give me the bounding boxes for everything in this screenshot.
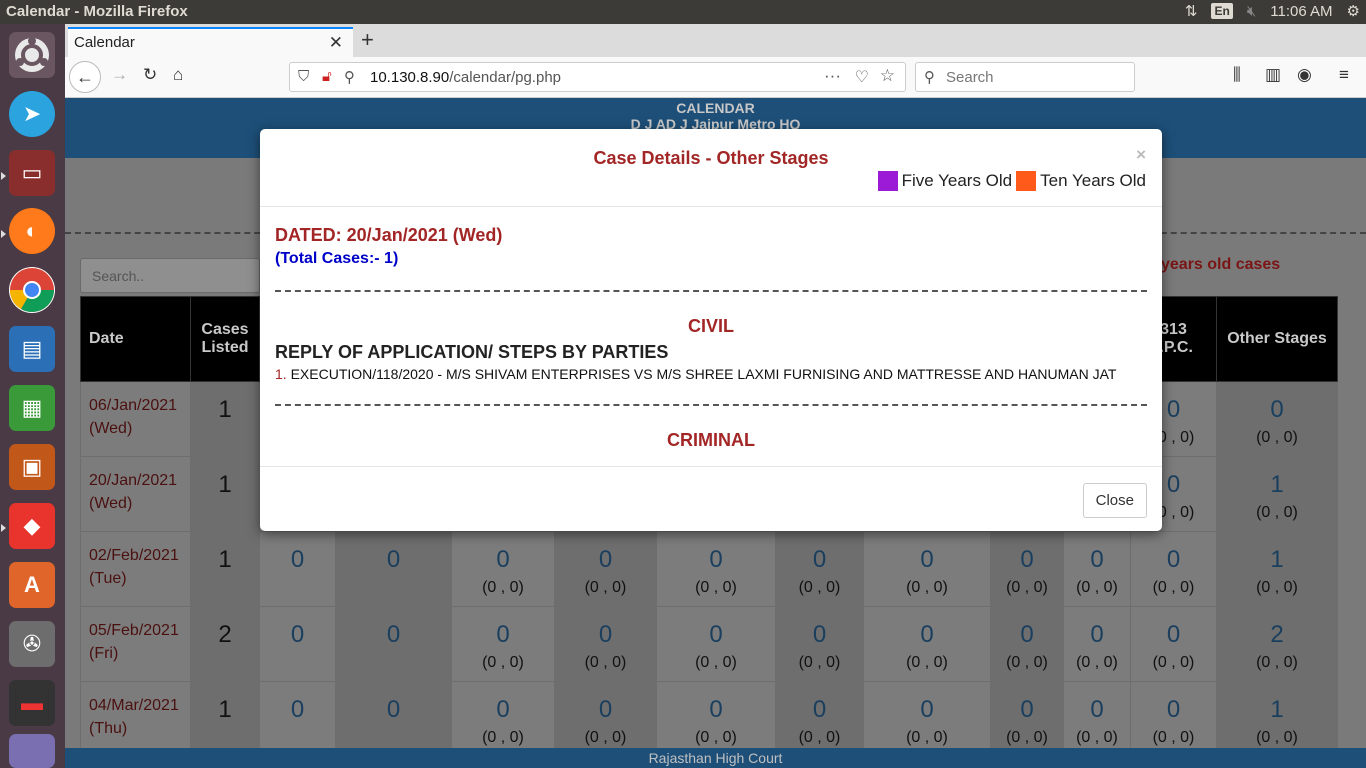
stage-heading: REPLY OF APPLICATION/ STEPS BY PARTIES [275, 342, 669, 362]
telegram-icon[interactable]: ➤ [9, 91, 55, 137]
sidebar-icon[interactable]: ▥ [1265, 65, 1281, 85]
total-cases: (Total Cases:- 1) [275, 250, 399, 267]
software-center-icon[interactable]: A [9, 562, 55, 608]
chrome-icon[interactable] [9, 267, 55, 313]
new-tab-icon[interactable]: + [361, 27, 374, 53]
home-icon[interactable]: ⌂ [173, 65, 183, 85]
criminal-heading: CRIMINAL [667, 430, 755, 450]
terminal-icon[interactable]: ▬ [9, 680, 55, 726]
permissions-icon[interactable]: ⚲ [344, 68, 355, 86]
impress-icon[interactable]: ▣ [9, 444, 55, 490]
back-icon[interactable]: ← [69, 61, 101, 93]
modal-header: Case Details - Other Stages × Five Years… [260, 129, 1162, 207]
section-divider [275, 404, 1147, 406]
civil-heading: CIVIL [687, 316, 734, 336]
section-divider [275, 290, 1147, 292]
case-list-item: 1. EXECUTION/118/2020 - M/S SHIVAM ENTER… [275, 366, 1116, 382]
file-manager-icon[interactable]: ▭ [9, 150, 55, 196]
menu-icon[interactable]: ≡ [1339, 65, 1349, 85]
age-legend: Five Years Old Ten Years Old [877, 171, 1146, 191]
tab-title: Calendar [74, 34, 135, 51]
close-tab-icon[interactable]: ✕ [329, 33, 343, 53]
case-text: EXECUTION/118/2020 - M/S SHIVAM ENTERPRI… [290, 366, 1117, 382]
search-placeholder: Search [946, 69, 994, 86]
browser-search-bar[interactable]: ⚲ Search [915, 62, 1135, 92]
system-settings-icon[interactable]: ✇ [9, 621, 55, 667]
forward-icon[interactable]: → [111, 65, 128, 85]
window-title: Calendar - Mozilla Firefox [6, 3, 188, 20]
page-actions-icon[interactable]: ··· [824, 66, 841, 86]
reload-icon[interactable]: ↻ [143, 65, 157, 85]
workspace-switcher-icon[interactable] [9, 734, 55, 768]
modal-title: Case Details - Other Stages [593, 148, 829, 168]
close-button[interactable]: Close [1082, 483, 1147, 518]
insecure-lock-icon[interactable]: 🔓︎ [322, 68, 332, 85]
network-icon[interactable]: ⇅ [1185, 2, 1198, 20]
case-number: 1. [275, 366, 287, 382]
anydesk-icon[interactable]: ◆ [9, 503, 55, 549]
five-years-swatch [877, 171, 898, 191]
url-text[interactable]: 10.130.8.90/calendar/pg.php [370, 69, 561, 86]
case-details-modal: Case Details - Other Stages × Five Years… [260, 129, 1162, 531]
volume-muted-icon[interactable]: 🔇︎ [1247, 3, 1256, 20]
unity-launcher: ➤ ▭ ◐ ▤ ▦ ▣ ◆ A ✇ ▬ [0, 24, 65, 768]
browser-tab-bar: Calendar ✕ + [65, 24, 1366, 57]
calc-icon[interactable]: ▦ [9, 385, 55, 431]
url-bar[interactable]: ⛉ 🔓︎ ⚲ 10.130.8.90/calendar/pg.php ··· ♡… [289, 62, 906, 92]
ten-years-swatch [1016, 171, 1037, 191]
library-icon[interactable]: ⫼ [1233, 65, 1241, 85]
tab-calendar[interactable]: Calendar ✕ [68, 27, 353, 57]
account-icon[interactable]: ◉ [1297, 65, 1312, 85]
writer-icon[interactable]: ▤ [9, 326, 55, 372]
firefox-icon[interactable]: ◐ [9, 208, 55, 254]
bookmark-star-icon[interactable]: ☆ [880, 66, 895, 86]
pocket-icon[interactable]: ♡ [855, 67, 869, 87]
search-icon: ⚲ [924, 69, 935, 86]
browser-nav-bar: ← → ↻ ⌂ ⛉ 🔓︎ ⚲ 10.130.8.90/calendar/pg.p… [65, 57, 1366, 98]
modal-close-icon[interactable]: × [1136, 145, 1146, 165]
five-years-label: Five Years Old [901, 171, 1013, 190]
ubuntu-dash-icon[interactable] [9, 32, 55, 78]
shield-icon[interactable]: ⛉ [298, 68, 309, 85]
ten-years-label: Ten Years Old [1040, 171, 1146, 190]
modal-footer: Close [260, 466, 1162, 531]
settings-gear-icon[interactable]: ⚙ [1347, 2, 1360, 20]
keyboard-layout-indicator[interactable]: En [1211, 3, 1233, 19]
dated-heading: DATED: 20/Jan/2021 (Wed) [275, 225, 503, 245]
os-top-bar: Calendar - Mozilla Firefox ⇅ En 🔇︎ 11:06… [0, 0, 1366, 24]
clock[interactable]: 11:06 AM [1270, 3, 1332, 20]
